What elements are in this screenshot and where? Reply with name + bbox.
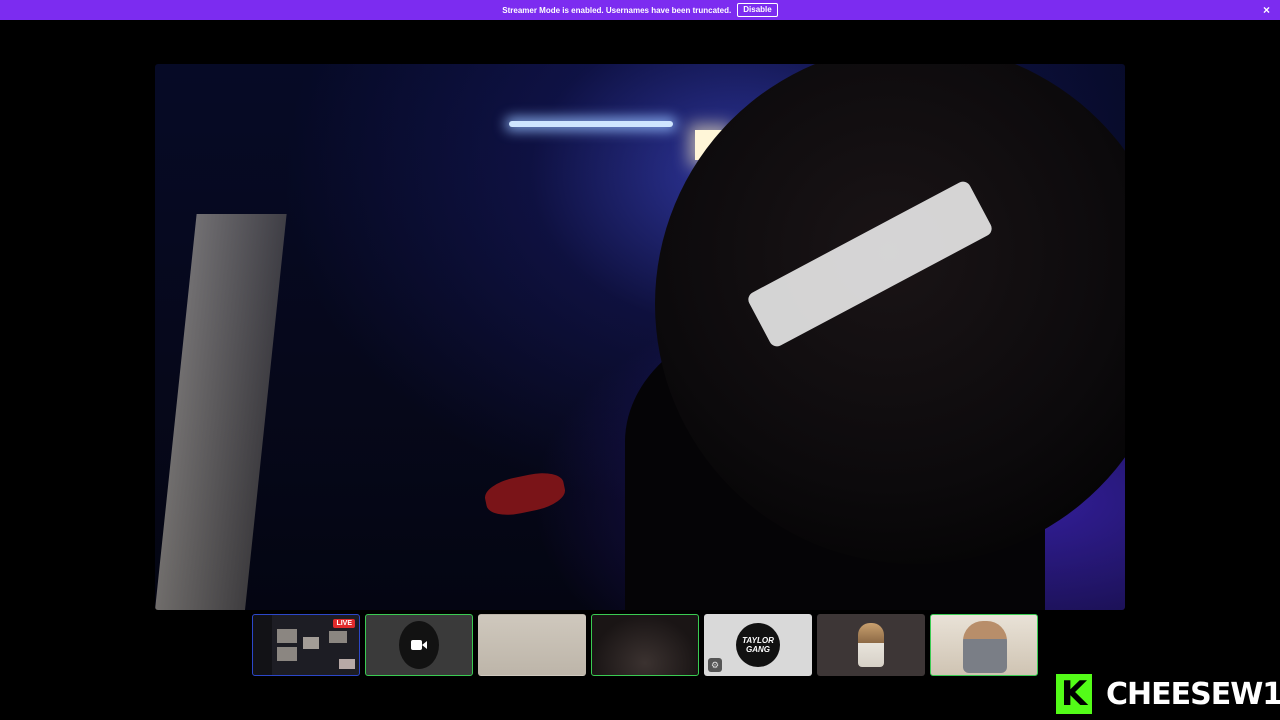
video-scene-wall bbox=[155, 214, 287, 610]
streamer-mode-banner: Streamer Mode is enabled. Usernames have… bbox=[0, 0, 1280, 20]
channel-name: CHEESEW1Z bbox=[1106, 676, 1280, 712]
logo-text-line1: TAYLOR bbox=[742, 636, 774, 645]
thumbnail-preview-block bbox=[277, 647, 297, 661]
thumbnail-preview-block bbox=[339, 659, 355, 669]
taylor-gang-logo: TAYLOR GANG bbox=[736, 623, 780, 667]
close-icon[interactable]: × bbox=[1263, 3, 1270, 17]
thumbnail-participant-3[interactable] bbox=[478, 614, 586, 676]
main-video-feed[interactable] bbox=[155, 64, 1125, 610]
settings-icon[interactable]: ⚙ bbox=[708, 658, 722, 672]
thumbnail-preview-block bbox=[277, 629, 297, 643]
thumbnail-screen-share[interactable]: LIVE bbox=[252, 614, 360, 676]
channel-brand: K CHEESEW1Z bbox=[1056, 674, 1280, 714]
video-camera-icon bbox=[411, 640, 427, 650]
kick-logo-icon: K bbox=[1056, 674, 1092, 714]
banner-message: Streamer Mode is enabled. Usernames have… bbox=[502, 5, 732, 15]
thumbnail-participant-4[interactable] bbox=[591, 614, 699, 676]
thumbnail-participant-7[interactable] bbox=[930, 614, 1038, 676]
live-badge: LIVE bbox=[333, 619, 355, 628]
video-scene-light-strip bbox=[509, 121, 673, 127]
participant-figure bbox=[858, 623, 884, 667]
disable-streamer-mode-button[interactable]: Disable bbox=[737, 3, 778, 17]
participant-thumbnail-strip: LIVE TAYLOR GANG ⚙ bbox=[252, 614, 1038, 676]
thumbnail-camera-off-participant[interactable] bbox=[365, 614, 473, 676]
video-scene-object bbox=[482, 468, 568, 520]
participant-figure bbox=[963, 621, 1007, 673]
thumbnail-preview-block bbox=[303, 637, 319, 649]
thumbnail-taylor-gang[interactable]: TAYLOR GANG ⚙ bbox=[704, 614, 812, 676]
thumbnail-preview-block bbox=[329, 631, 347, 643]
thumbnail-participant-6[interactable] bbox=[817, 614, 925, 676]
logo-text-line2: GANG bbox=[746, 645, 770, 654]
